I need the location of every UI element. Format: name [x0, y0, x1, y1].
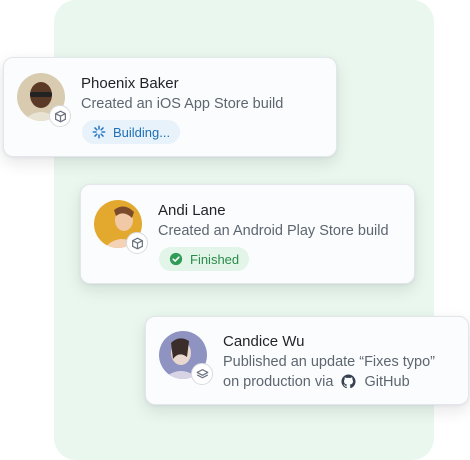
activity-description-line-1: Published an update “Fixes typo”: [223, 354, 435, 370]
github-link-label: GitHub: [364, 374, 410, 390]
activity-description: Created an Android Play Store build: [158, 223, 389, 239]
avatar-wrapper: [17, 73, 71, 127]
badge: [126, 232, 148, 254]
cube-icon: [131, 237, 144, 250]
github-icon: [341, 374, 356, 389]
activity-description-line-2: on production via GitHub: [223, 372, 410, 392]
github-link[interactable]: GitHub: [341, 374, 410, 390]
avatar-wrapper: [94, 200, 148, 254]
description-prefix: on production via: [223, 374, 334, 390]
activity-card-phoenix-baker[interactable]: Phoenix Baker Created an iOS App Store b…: [3, 57, 337, 157]
status-label: Building...: [113, 124, 171, 140]
spinner-icon: [92, 125, 106, 139]
activity-card-candice-wu[interactable]: Candice Wu Published an update “Fixes ty…: [145, 316, 469, 405]
activity-card-andi-lane[interactable]: Andi Lane Created an Android Play Store …: [80, 184, 415, 284]
status-label: Finished: [190, 251, 240, 267]
check-circle-icon: [169, 252, 183, 266]
avatar-wrapper: [159, 331, 213, 385]
user-name: Phoenix Baker: [81, 75, 179, 92]
activity-description: Created an iOS App Store build: [81, 96, 284, 112]
badge: [191, 363, 213, 385]
status-badge-finished: Finished: [159, 247, 250, 271]
cube-icon: [54, 110, 67, 123]
user-name: Candice Wu: [223, 333, 305, 350]
badge: [49, 105, 71, 127]
user-name: Andi Lane: [158, 202, 226, 219]
status-badge-building: Building...: [82, 120, 181, 144]
layers-icon: [196, 368, 209, 381]
